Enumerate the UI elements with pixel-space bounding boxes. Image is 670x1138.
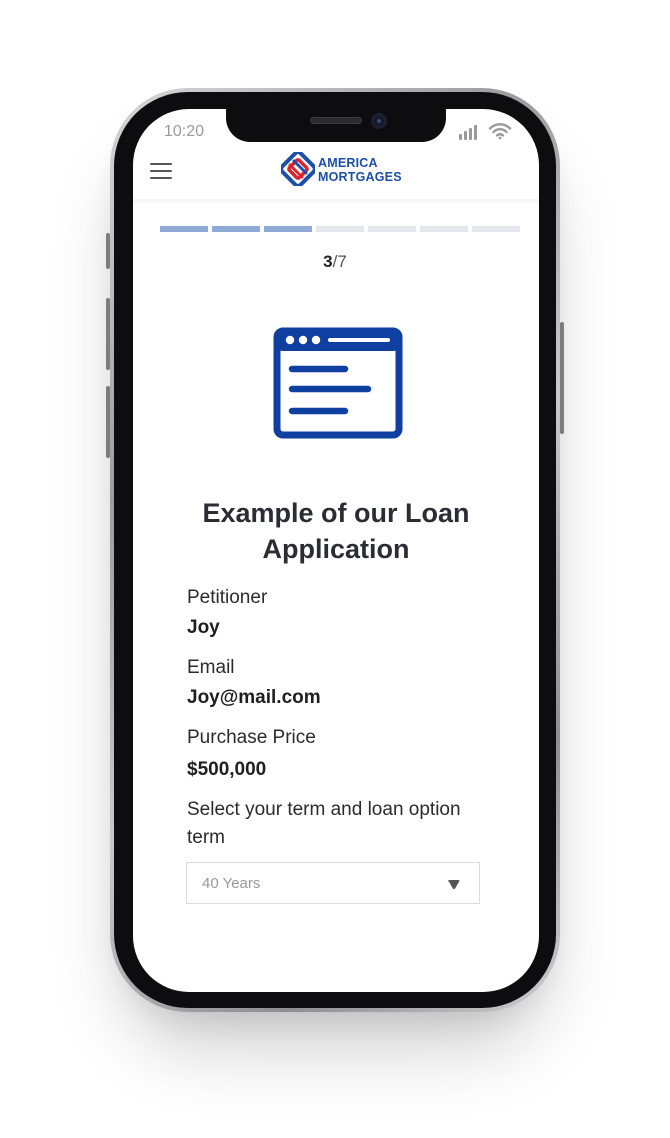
volume-down-button	[106, 386, 110, 458]
email-label: Email	[187, 657, 235, 678]
cellular-signal-icon	[459, 124, 479, 140]
america-mortgages-logo[interactable]: AMERICA MORTGAGES	[281, 152, 411, 190]
logo-mark-icon	[281, 152, 315, 186]
progress-segment-pending	[420, 226, 468, 232]
term-select-label: Select your term and loan option term	[187, 799, 461, 848]
status-time: 10:20	[164, 123, 205, 140]
purchase-price-value: $500,000	[187, 759, 267, 780]
logo-line-2: MORTGAGES	[318, 170, 402, 184]
progress-segment-complete	[212, 226, 260, 232]
step-current: 3	[323, 252, 333, 271]
speaker-grille	[310, 117, 362, 124]
hamburger-menu-icon[interactable]	[150, 161, 174, 181]
page-title: Example of our Loan Application	[202, 498, 470, 564]
term-select-value: 40 Years	[202, 875, 261, 892]
front-camera	[371, 113, 387, 129]
term-select[interactable]: 40 Years	[186, 862, 480, 904]
petitioner-label: Petitioner	[187, 587, 268, 608]
wifi-icon	[488, 123, 512, 140]
step-total: /7	[332, 252, 347, 271]
progress-segment-pending	[316, 226, 364, 232]
petitioner-value: Joy	[187, 617, 220, 638]
header-divider	[133, 199, 539, 205]
power-button	[560, 322, 564, 434]
chevron-down-icon	[448, 880, 460, 890]
browser-window-icon	[273, 327, 403, 439]
email-value: Joy@mail.com	[187, 687, 321, 708]
volume-up-button	[106, 298, 110, 370]
progress-segment-complete	[160, 226, 208, 232]
progress-segment-pending	[472, 226, 520, 232]
progress-segment-complete	[264, 226, 312, 232]
step-counter: 3/7	[0, 252, 670, 272]
progress-segment-pending	[368, 226, 416, 232]
progress-bar	[160, 226, 520, 234]
logo-line-1: AMERICA	[318, 156, 378, 170]
purchase-price-label: Purchase Price	[187, 727, 316, 748]
